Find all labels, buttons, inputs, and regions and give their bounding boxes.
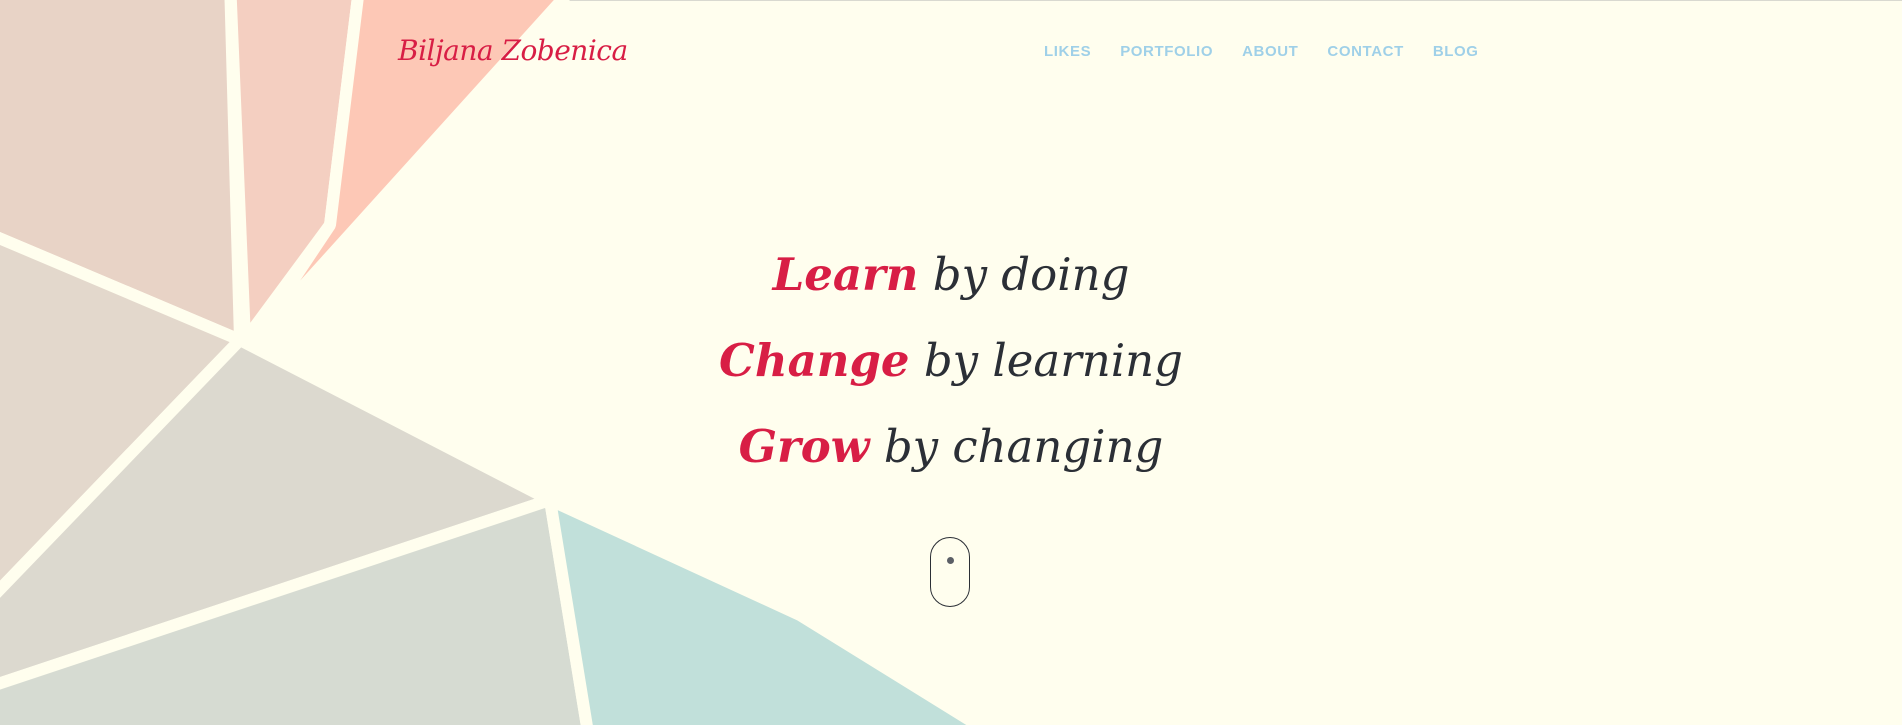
tagline-rest: by changing [883, 420, 1164, 473]
tagline-rest: by doing [932, 248, 1130, 301]
hero-tagline: Learn by doing Change by learning Grow b… [0, 232, 1902, 490]
tagline-line-change: Change by learning [0, 318, 1902, 404]
mouse-scroll-icon[interactable] [930, 537, 970, 607]
nav-contact[interactable]: CONTACT [1327, 43, 1403, 60]
nav-portfolio[interactable]: PORTFOLIO [1120, 43, 1213, 60]
site-logo[interactable]: Biljana Zobenica [398, 34, 628, 67]
main-nav: LIKES PORTFOLIO ABOUT CONTACT BLOG [1044, 43, 1479, 60]
tagline-rest: by learning [923, 334, 1183, 387]
tagline-line-grow: Grow by changing [0, 404, 1902, 490]
tagline-keyword: Grow [738, 420, 870, 473]
tagline-keyword: Change [719, 334, 910, 387]
nav-about[interactable]: ABOUT [1242, 43, 1298, 60]
tagline-line-learn: Learn by doing [0, 232, 1902, 318]
nav-blog[interactable]: BLOG [1433, 43, 1479, 60]
tagline-keyword: Learn [772, 248, 919, 301]
bg-shape-teal [544, 494, 990, 725]
nav-likes[interactable]: LIKES [1044, 43, 1091, 60]
scroll-wheel-dot [946, 557, 954, 564]
